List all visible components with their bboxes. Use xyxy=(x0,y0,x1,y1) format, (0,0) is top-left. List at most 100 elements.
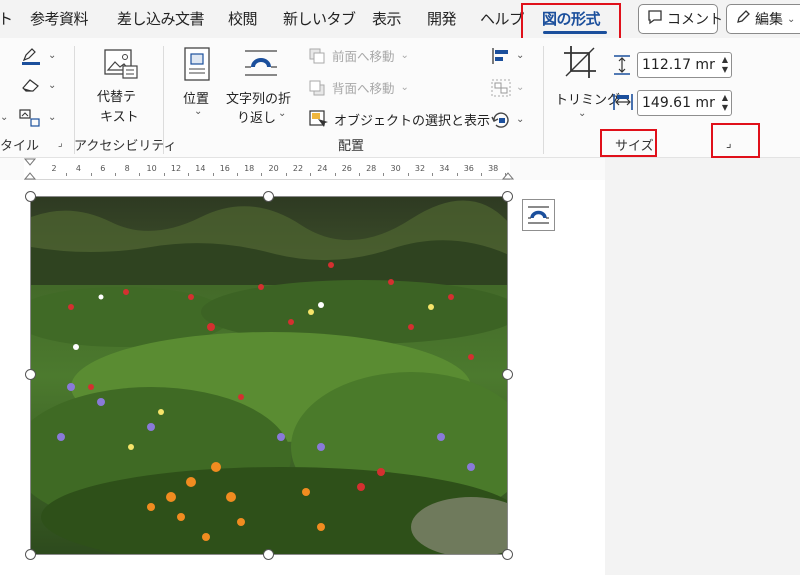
horizontal-ruler[interactable]: 2 4 6 8 10 12 14 16 18 20 22 24 26 28 30 32 34 36 38 xyxy=(24,158,514,180)
edit-mode-button[interactable]: 編集 ⌄ xyxy=(726,4,800,34)
ruler-label: 6 xyxy=(100,164,106,173)
pencil-icon xyxy=(735,9,751,29)
selection-pane-label: オブジェクトの選択と表示 xyxy=(334,113,491,129)
chevron-down-icon: ⌄ xyxy=(787,13,796,25)
ruler-label: 30 xyxy=(390,164,401,173)
ruler-label: 2 xyxy=(51,164,57,173)
ruler-label: 38 xyxy=(488,164,499,173)
shape-width-icon xyxy=(612,92,634,116)
wrap-text-button[interactable] xyxy=(243,48,279,82)
layout-options-icon xyxy=(523,206,554,234)
right-indent-marker-icon[interactable] xyxy=(502,168,514,180)
picture-styles-group-label: タイル xyxy=(0,139,40,154)
ruler-tick xyxy=(163,173,165,176)
edit-button-label: 編集 xyxy=(755,12,783,28)
width-value: 149.61 mr xyxy=(642,95,715,111)
resize-handle-bottom-left[interactable] xyxy=(25,549,36,560)
position-button[interactable] xyxy=(183,46,213,86)
ruler-tick xyxy=(212,173,214,176)
resize-handle-bottom[interactable] xyxy=(263,549,274,560)
ruler-tick xyxy=(115,173,116,176)
ruler-tick xyxy=(456,173,458,176)
resize-handle-top-right[interactable] xyxy=(502,191,513,202)
chevron-down-icon: ⌄ xyxy=(278,108,287,119)
position-icon xyxy=(183,47,213,86)
ruler-tick xyxy=(359,173,360,176)
chevron-down-icon: ⌄ xyxy=(516,50,525,61)
wrap-text-label-1: 文字列の折 xyxy=(226,92,292,107)
crop-label: トリミング xyxy=(555,93,621,108)
ruler-label: 28 xyxy=(366,164,377,173)
ruler-tick xyxy=(285,173,287,176)
highlight-box-size-label xyxy=(600,129,657,157)
tab-references[interactable]: 参考資料 xyxy=(30,8,89,29)
ruler-tick xyxy=(310,173,312,176)
comment-button[interactable]: コメント xyxy=(638,4,723,34)
chevron-down-icon: ⌄ xyxy=(194,106,203,117)
resize-handle-bottom-right[interactable] xyxy=(502,549,513,560)
ribbon-separator xyxy=(163,46,164,154)
group-button[interactable] xyxy=(490,78,512,102)
tab-view[interactable]: 表示 xyxy=(372,8,402,29)
shape-height-icon xyxy=(612,54,632,80)
send-backward-label: 背面へ移動 xyxy=(332,81,395,96)
ruler-tick xyxy=(334,173,336,176)
chevron-down-icon: ⌄ xyxy=(516,82,525,93)
alt-text-icon xyxy=(101,49,139,84)
ribbon-tab-bar: ト 参考資料 差し込み文書 校閲 新しいタブ 表示 開発 ヘルプ 図の形式 コメ… xyxy=(0,0,800,40)
crop-button[interactable] xyxy=(562,44,600,84)
ruler-label: 8 xyxy=(124,164,130,173)
tab-partial[interactable]: ト xyxy=(0,8,13,29)
ruler-label: 36 xyxy=(463,164,474,173)
position-label: 位置 xyxy=(183,92,210,107)
ruler-tick xyxy=(432,173,434,176)
chevron-down-icon: ⌄ xyxy=(516,114,525,125)
ruler-label: 16 xyxy=(219,164,230,173)
indent-marker-icon[interactable] xyxy=(24,158,38,180)
dialog-launcher-icon[interactable]: ⌟ xyxy=(58,138,63,149)
ruler-label: 34 xyxy=(439,164,450,173)
ruler-label: 22 xyxy=(292,164,304,173)
tab-new-tab[interactable]: 新しいタブ xyxy=(283,8,356,29)
chevron-icon-partial: ⌄ xyxy=(0,112,9,123)
resize-handle-top[interactable] xyxy=(263,191,274,202)
width-input[interactable]: 149.61 mr ▲ ▼ xyxy=(637,90,732,116)
align-button[interactable] xyxy=(490,46,512,70)
resize-handle-top-left[interactable] xyxy=(25,191,36,202)
ribbon: ⌄ ⌄ ⌄ ⌄ タイル ⌟ 代替テ キスト アクセシビリティ 位置 ⌄ 文字列の… xyxy=(0,38,800,158)
resize-handle-left[interactable] xyxy=(25,369,36,380)
tab-help[interactable]: ヘルプ xyxy=(480,8,524,29)
spin-arrows-icon[interactable]: ▲ ▼ xyxy=(722,55,728,75)
spin-arrows-icon[interactable]: ▲ ▼ xyxy=(722,93,728,113)
picture-effects-button[interactable] xyxy=(20,76,42,98)
wrap-text-icon xyxy=(243,50,279,82)
ruler-label: 18 xyxy=(244,164,255,173)
ruler-tick xyxy=(481,173,482,176)
ruler-label: 20 xyxy=(268,164,279,173)
selection-pane-button[interactable]: オブジェクトの選択と表示 xyxy=(308,109,490,129)
alt-text-button[interactable] xyxy=(98,46,142,84)
garden-photo[interactable] xyxy=(30,196,508,555)
resize-handle-right[interactable] xyxy=(502,369,513,380)
ruler-tick xyxy=(407,173,409,176)
bring-forward-button[interactable]: 前面へ移動 ⌄ xyxy=(308,46,409,65)
chevron-down-icon: ⌄ xyxy=(400,50,409,61)
ruler-tick xyxy=(505,173,507,176)
send-backward-button[interactable]: 背面へ移動 ⌄ xyxy=(308,78,409,97)
height-input[interactable]: 112.17 mr ▲ ▼ xyxy=(637,52,732,78)
tab-developer[interactable]: 開発 xyxy=(427,8,457,29)
tab-review[interactable]: 校閲 xyxy=(228,8,258,29)
rotate-button[interactable] xyxy=(490,110,512,134)
arrange-group-label: 配置 xyxy=(338,139,365,154)
height-value: 112.17 mr xyxy=(642,57,715,73)
tab-mailings[interactable]: 差し込み文書 xyxy=(117,8,205,29)
chevron-down-icon: ⌄ xyxy=(400,82,409,93)
picture-layout-button[interactable] xyxy=(18,108,42,132)
ruler-label: 4 xyxy=(75,164,81,173)
ruler-tick xyxy=(188,173,190,176)
picture-border-button[interactable] xyxy=(20,46,42,70)
crop-icon xyxy=(562,46,600,84)
ruler-tick xyxy=(90,173,92,176)
layout-options-button[interactable] xyxy=(522,199,555,231)
garden-photo-image xyxy=(31,197,507,554)
